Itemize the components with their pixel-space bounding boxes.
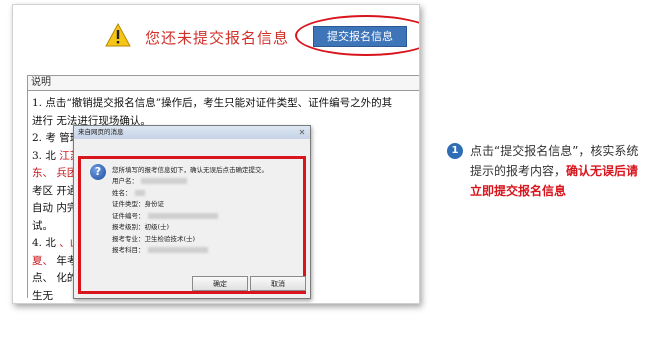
submit-button-highlight-ellipse	[295, 15, 419, 56]
confirm-dialog: 来自网页的消息 ✕ ? 您所填写的报考信息如下，确认无误后点击确定提交。 用户名…	[73, 125, 311, 299]
dialog-field-row: 证件类型：身份证	[112, 198, 164, 208]
dialog-field-label: 姓名：	[112, 188, 132, 197]
redacted-value	[147, 212, 218, 219]
question-icon: ?	[90, 164, 106, 180]
step-number-badge: 1	[447, 143, 463, 159]
dialog-field-label: 证件类型：	[112, 200, 145, 208]
dialog-field-row: 报考专业：卫生检验技术(士)	[112, 233, 195, 243]
dialog-field-row: 用户名：	[112, 175, 187, 185]
explanation-header: 说明	[28, 76, 419, 91]
close-icon[interactable]: ✕	[297, 128, 307, 137]
explanation-line: 1. 点击“撤销提交报名信息”操作后，考生只能对证件类型、证件编号之外的其	[32, 95, 416, 113]
explanation-text: 生无	[32, 289, 53, 302]
explanation-text: 考区	[32, 184, 53, 197]
dialog-title: 来自网页的消息	[74, 126, 310, 139]
dialog-field-row: 证件编号：	[112, 210, 218, 220]
explanation-text: 1. 点击“撤销提交报名信息”操作后，考生只能对证件类型、证件编号之外的其	[32, 97, 393, 109]
explanation-text: 2. 考	[32, 132, 56, 144]
registration-page-screenshot: 您还未提交报名信息 提交报名信息 说明 1. 点击“撤销提交报名信息”操作后，考…	[12, 4, 420, 304]
explanation-text: 自动	[32, 202, 53, 214]
redacted-value	[147, 247, 208, 253]
dialog-field-label: 报考科目：	[112, 246, 145, 254]
dialog-field-row: 报考科目：	[112, 244, 208, 254]
redacted-value	[141, 178, 187, 184]
dialog-field-label: 报考级别：	[112, 223, 145, 231]
warning-icon	[105, 23, 131, 47]
ok-button[interactable]: 确定	[192, 276, 248, 291]
dialog-field-row: 报考级别：初级(士)	[112, 221, 169, 231]
dialog-field-label: 报考专业：	[112, 234, 145, 243]
explanation-text: 进行	[32, 114, 53, 127]
explanation-text: 东、	[32, 167, 53, 179]
explanation-text: 4. 北	[32, 237, 56, 249]
dialog-field-label: 用户名：	[112, 177, 138, 185]
dialog-field-label: 证件编号：	[112, 211, 145, 220]
cancel-button[interactable]: 取消	[250, 276, 306, 291]
explanation-text: 点、	[32, 272, 53, 284]
dialog-field-value: 卫生检验技术(士)	[144, 234, 196, 243]
explanation-text: 3. 北	[32, 149, 56, 162]
step-annotation: 点击“提交报名信息”，核实系统提示的报考内容，确认无误后请立即提交报名信息	[470, 141, 650, 201]
dialog-field-value: 身份证	[144, 200, 165, 208]
explanation-text: 夏、	[32, 254, 53, 267]
explanation-text: 试。	[32, 219, 53, 232]
dialog-field-value: 初级(士)	[144, 223, 170, 231]
dialog-intro-text: 您所填写的报考信息如下，确认无误后点击确定提交。	[112, 166, 268, 174]
not-submitted-warning: 您还未提交报名信息	[145, 29, 290, 47]
dialog-field-row: 姓名：	[112, 187, 145, 197]
redacted-value	[134, 189, 145, 196]
